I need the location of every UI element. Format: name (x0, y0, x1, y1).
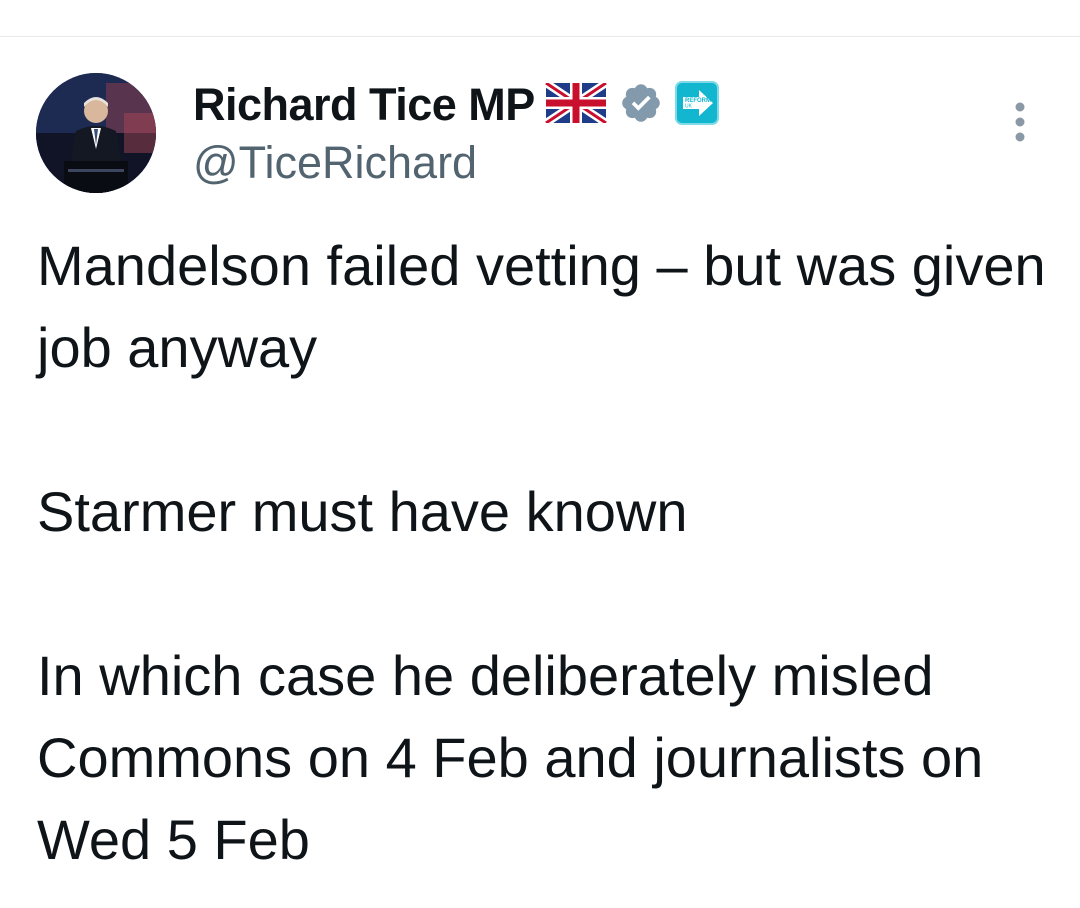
tweet-paragraph-2: Starmer must have known (37, 480, 688, 543)
uk-flag-icon (543, 79, 609, 128)
avatar-photo-icon (36, 73, 156, 193)
tweet-text: Mandelson failed vetting – but was given… (37, 225, 1047, 881)
more-options-button[interactable] (1006, 99, 1034, 145)
reform-uk-logo-icon: REFORM UK (674, 80, 719, 130)
avatar[interactable] (36, 73, 156, 193)
name-row: Richard Tice MP REFORM UK (193, 77, 719, 133)
verified-badge-icon[interactable] (619, 81, 663, 130)
user-handle[interactable]: @TiceRichard (193, 137, 719, 189)
tweet-paragraph-1: Mandelson failed vetting – but was given… (37, 234, 1062, 379)
tweet-header: Richard Tice MP REFORM UK @TiceRichard (193, 77, 719, 197)
tweet: Richard Tice MP REFORM UK @TiceRichard M… (0, 37, 1080, 908)
svg-text:UK: UK (685, 103, 693, 109)
tweet-paragraph-3: In which case he deliberately misled Com… (37, 644, 999, 871)
more-vertical-icon (1015, 102, 1025, 142)
display-name[interactable]: Richard Tice MP (193, 79, 535, 131)
